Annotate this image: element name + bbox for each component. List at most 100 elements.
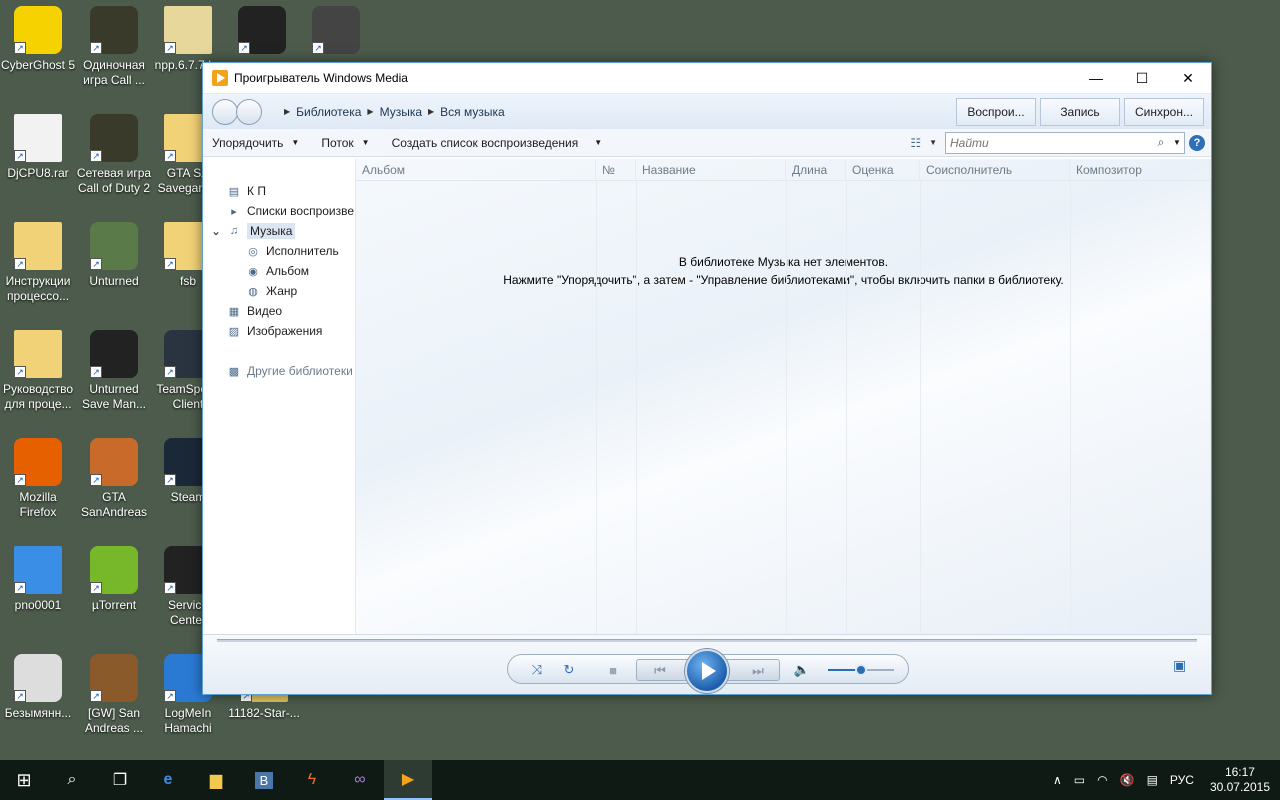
desktop-icon-label: Одиночная игра Call ... — [83, 58, 145, 87]
desktop-icon[interactable]: ↗ [GW] San Andreas ... — [76, 648, 152, 748]
desktop-icon[interactable]: ↗ GTA SanAndreas — [76, 432, 152, 532]
search-icon: ⌕ — [67, 771, 77, 788]
expand-icon[interactable]: ⌄ — [211, 224, 225, 238]
tab-play[interactable]: Воспрои... — [956, 97, 1036, 126]
create-playlist-menu[interactable]: Создать список воспроизведения ▼ — [392, 136, 603, 150]
column-header[interactable]: № — [596, 159, 636, 181]
forward-button[interactable] — [236, 98, 262, 125]
volume-icon[interactable]: 🔈 — [793, 661, 811, 679]
nav-item[interactable]: ▨ Изображения — [203, 321, 355, 341]
desktop-icon[interactable]: ↗ Безымянн... — [0, 648, 76, 748]
volume-icon[interactable]: 🔇 — [1114, 773, 1141, 787]
title-bar[interactable]: Проигрыватель Windows Media — ☐ ✕ — [203, 63, 1211, 93]
breadcrumb-arrow-icon[interactable]: ▶ — [284, 107, 290, 116]
column-header[interactable]: Оценка — [846, 159, 920, 181]
shortcut-arrow-icon: ↗ — [14, 258, 26, 270]
tab-burn[interactable]: Запись — [1040, 97, 1120, 126]
column-divider — [636, 181, 637, 634]
tab-sync[interactable]: Синхрон... — [1124, 97, 1204, 126]
column-header[interactable]: Название — [636, 159, 786, 181]
taskbar-edge[interactable]: e — [144, 760, 192, 800]
nav-item[interactable]: ▩ Другие библиотеки — [203, 361, 355, 381]
previous-icon[interactable]: ⏮ — [651, 662, 669, 680]
task-view-button[interactable]: ❐ — [96, 760, 144, 800]
battery-icon[interactable]: ▭ — [1068, 773, 1091, 787]
nav-item[interactable]: ◍ Жанр — [203, 281, 355, 301]
breadcrumb-music[interactable]: Музыка — [380, 105, 422, 119]
maximize-button[interactable]: ☐ — [1119, 63, 1165, 93]
switch-to-now-playing-icon[interactable]: ▣ — [1173, 657, 1193, 673]
back-button[interactable] — [212, 98, 238, 125]
search-box[interactable]: ⌕ ▼ — [945, 131, 1185, 154]
taskbar-visual-studio[interactable]: ∞ — [336, 760, 384, 800]
column-header[interactable]: Длина — [786, 159, 846, 181]
repeat-icon[interactable]: ↻ — [560, 661, 578, 679]
breadcrumb-all-music[interactable]: Вся музыка — [440, 105, 505, 119]
minimize-button[interactable]: — — [1073, 63, 1119, 93]
wmp-app-icon — [212, 70, 228, 86]
desktop-icon[interactable]: ↗ Руководство для проце... — [0, 324, 76, 424]
desktop-icon[interactable]: ↗ DjCPU8.rar — [0, 108, 76, 208]
shortcut-arrow-icon: ↗ — [14, 474, 26, 486]
toolbar: Упорядочить ▼ Поток ▼ Создать список вос… — [203, 129, 1211, 157]
desktop-icon[interactable]: ↗ pno0001 — [0, 540, 76, 640]
desktop-icon-label: µTorrent — [91, 598, 137, 612]
taskbar-app[interactable]: ϟ — [288, 760, 336, 800]
breadcrumb-library[interactable]: Библиотека — [296, 105, 361, 119]
wifi-icon[interactable]: ◠ — [1091, 773, 1113, 787]
desktop-icon[interactable]: ↗ µTorrent — [76, 540, 152, 640]
language-indicator[interactable]: РУС — [1164, 773, 1200, 787]
clock[interactable]: 16:17 30.07.2015 — [1200, 765, 1280, 795]
shortcut-arrow-icon: ↗ — [90, 366, 102, 378]
details-pane: Альбом № Название Длина Оценка Соисполнитель К… — [356, 159, 1211, 634]
shortcut-arrow-icon: ↗ — [164, 474, 176, 486]
view-options-button[interactable]: ☷ ▼ — [910, 136, 937, 150]
create-playlist-label: Создать список воспроизведения — [391, 135, 579, 150]
column-header[interactable]: Альбом — [356, 159, 596, 181]
start-button[interactable]: ⊞ — [0, 760, 48, 800]
search-taskbar-button[interactable]: ⌕ — [48, 760, 96, 800]
column-headers: Альбом № Название Длина Оценка Соисполнитель К… — [356, 159, 1211, 181]
nav-item-label: Видео — [247, 304, 283, 318]
shortcut-arrow-icon: ↗ — [164, 42, 176, 54]
seek-bar[interactable] — [217, 639, 1197, 642]
stream-menu[interactable]: Поток ▼ — [321, 136, 369, 150]
video-icon: ▦ — [228, 305, 240, 318]
shortcut-arrow-icon: ↗ — [14, 42, 26, 54]
column-divider — [846, 181, 847, 634]
nav-item[interactable]: ◉ Альбом — [203, 261, 355, 281]
taskbar-wmp[interactable]: ▶ — [384, 760, 432, 800]
desktop-icon[interactable]: ↗ Mozilla Firefox — [0, 432, 76, 532]
search-dropdown-icon[interactable]: ▼ — [1170, 138, 1184, 147]
next-icon[interactable]: ⏭ — [749, 662, 767, 680]
play-button[interactable] — [685, 649, 729, 693]
close-button[interactable]: ✕ — [1165, 63, 1211, 93]
nav-item[interactable]: ▤ К П — [203, 181, 355, 201]
nav-item[interactable]: ⌄ ♫ Музыка — [203, 221, 355, 241]
dropdown-arrow-icon: ▼ — [929, 138, 937, 147]
notifications-icon[interactable]: ▤ — [1141, 773, 1164, 787]
column-header[interactable]: Соисполнитель — [920, 159, 1070, 181]
volume-slider-handle[interactable] — [855, 664, 867, 676]
shuffle-icon[interactable]: ⤨ — [528, 661, 546, 679]
help-icon[interactable]: ? — [1189, 134, 1205, 151]
search-input[interactable] — [946, 135, 1152, 150]
desktop-icon[interactable]: ↗ Unturned — [76, 216, 152, 316]
desktop-icon[interactable]: ↗ Одиночная игра Call ... — [76, 0, 152, 100]
taskbar-vk[interactable]: B — [240, 760, 288, 800]
search-icon[interactable]: ⌕ — [1152, 135, 1170, 150]
desktop-icon[interactable]: ↗ Инструкции процессо... — [0, 216, 76, 316]
nav-item[interactable]: ▸ Списки воспроизве — [203, 201, 355, 221]
breadcrumb-arrow-icon[interactable]: ▶ — [428, 107, 434, 116]
column-header[interactable]: Композитор — [1070, 159, 1210, 181]
show-hidden-icons-icon[interactable]: ∧ — [1047, 773, 1068, 787]
taskbar-explorer[interactable]: ▆ — [192, 760, 240, 800]
nav-item[interactable]: ▦ Видео — [203, 301, 355, 321]
nav-item[interactable]: ◎ Исполнитель — [203, 241, 355, 261]
desktop-icon[interactable]: ↗ Unturned Save Man... — [76, 324, 152, 424]
stop-icon[interactable]: ■ — [604, 661, 622, 679]
desktop-icon[interactable]: ↗ CyberGhost 5 — [0, 0, 76, 100]
organize-menu[interactable]: Упорядочить ▼ — [212, 136, 299, 150]
desktop-icon[interactable]: ↗ Сетевая игра Call of Duty 2 — [76, 108, 152, 208]
breadcrumb-arrow-icon[interactable]: ▶ — [367, 107, 373, 116]
